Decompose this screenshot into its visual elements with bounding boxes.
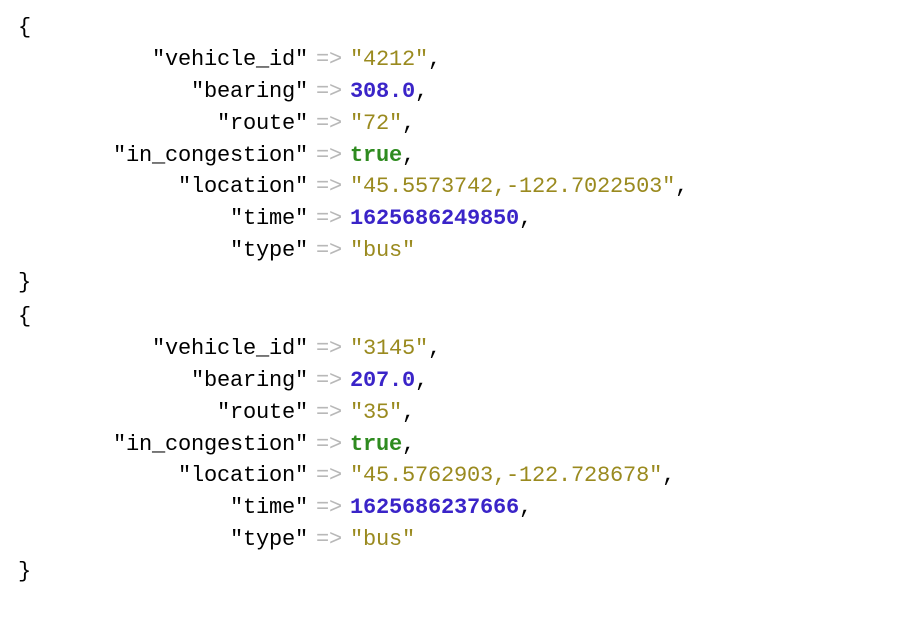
- json-value: "72": [350, 108, 402, 140]
- json-field-row: "type"=>"bus": [18, 524, 882, 556]
- comma: ,: [402, 140, 415, 172]
- json-value: 1625686249850: [350, 203, 519, 235]
- json-key: "type": [18, 235, 308, 267]
- json-value: "4212": [350, 44, 428, 76]
- json-key: "location": [18, 171, 308, 203]
- json-key: "location": [18, 460, 308, 492]
- arrow: =>: [308, 333, 350, 365]
- open-brace: {: [18, 12, 882, 44]
- arrow: =>: [308, 365, 350, 397]
- json-object: {"vehicle_id"=>"4212","bearing"=>308.0,"…: [18, 12, 882, 299]
- json-value: "45.5573742,-122.7022503": [350, 171, 675, 203]
- json-key: "bearing": [18, 365, 308, 397]
- arrow: =>: [308, 397, 350, 429]
- json-value: "bus": [350, 235, 415, 267]
- json-value: "35": [350, 397, 402, 429]
- json-field-row: "vehicle_id"=>"3145",: [18, 333, 882, 365]
- json-key: "type": [18, 524, 308, 556]
- arrow: =>: [308, 44, 350, 76]
- json-key: "in_congestion": [18, 140, 308, 172]
- json-key: "route": [18, 397, 308, 429]
- json-field-row: "location"=>"45.5762903,-122.728678",: [18, 460, 882, 492]
- json-key: "in_congestion": [18, 429, 308, 461]
- json-field-row: "location"=>"45.5573742,-122.7022503",: [18, 171, 882, 203]
- arrow: =>: [308, 492, 350, 524]
- json-value: true: [350, 429, 402, 461]
- json-field-row: "route"=>"72",: [18, 108, 882, 140]
- comma: ,: [402, 108, 415, 140]
- json-field-row: "in_congestion"=>true,: [18, 429, 882, 461]
- json-field-row: "bearing"=>207.0,: [18, 365, 882, 397]
- json-field-row: "vehicle_id"=>"4212",: [18, 44, 882, 76]
- comma: ,: [428, 333, 441, 365]
- json-value: 308.0: [350, 76, 415, 108]
- json-field-row: "time"=>1625686237666,: [18, 492, 882, 524]
- json-field-row: "time"=>1625686249850,: [18, 203, 882, 235]
- arrow: =>: [308, 235, 350, 267]
- json-value: "3145": [350, 333, 428, 365]
- close-brace: }: [18, 267, 882, 299]
- json-output: {"vehicle_id"=>"4212","bearing"=>308.0,"…: [18, 12, 882, 588]
- arrow: =>: [308, 108, 350, 140]
- comma: ,: [519, 492, 532, 524]
- json-key: "vehicle_id": [18, 333, 308, 365]
- arrow: =>: [308, 140, 350, 172]
- json-key: "vehicle_id": [18, 44, 308, 76]
- arrow: =>: [308, 460, 350, 492]
- comma: ,: [662, 460, 675, 492]
- comma: ,: [402, 397, 415, 429]
- arrow: =>: [308, 524, 350, 556]
- json-value: 207.0: [350, 365, 415, 397]
- comma: ,: [675, 171, 688, 203]
- json-field-row: "type"=>"bus": [18, 235, 882, 267]
- comma: ,: [428, 44, 441, 76]
- json-field-row: "bearing"=>308.0,: [18, 76, 882, 108]
- json-field-row: "route"=>"35",: [18, 397, 882, 429]
- open-brace: {: [18, 301, 882, 333]
- json-value: true: [350, 140, 402, 172]
- json-key: "time": [18, 492, 308, 524]
- json-key: "route": [18, 108, 308, 140]
- arrow: =>: [308, 429, 350, 461]
- json-object: {"vehicle_id"=>"3145","bearing"=>207.0,"…: [18, 301, 882, 588]
- json-value: "bus": [350, 524, 415, 556]
- json-value: 1625686237666: [350, 492, 519, 524]
- comma: ,: [519, 203, 532, 235]
- comma: ,: [402, 429, 415, 461]
- arrow: =>: [308, 171, 350, 203]
- json-value: "45.5762903,-122.728678": [350, 460, 662, 492]
- close-brace: }: [18, 556, 882, 588]
- comma: ,: [415, 365, 428, 397]
- comma: ,: [415, 76, 428, 108]
- json-field-row: "in_congestion"=>true,: [18, 140, 882, 172]
- arrow: =>: [308, 203, 350, 235]
- arrow: =>: [308, 76, 350, 108]
- json-key: "time": [18, 203, 308, 235]
- json-key: "bearing": [18, 76, 308, 108]
